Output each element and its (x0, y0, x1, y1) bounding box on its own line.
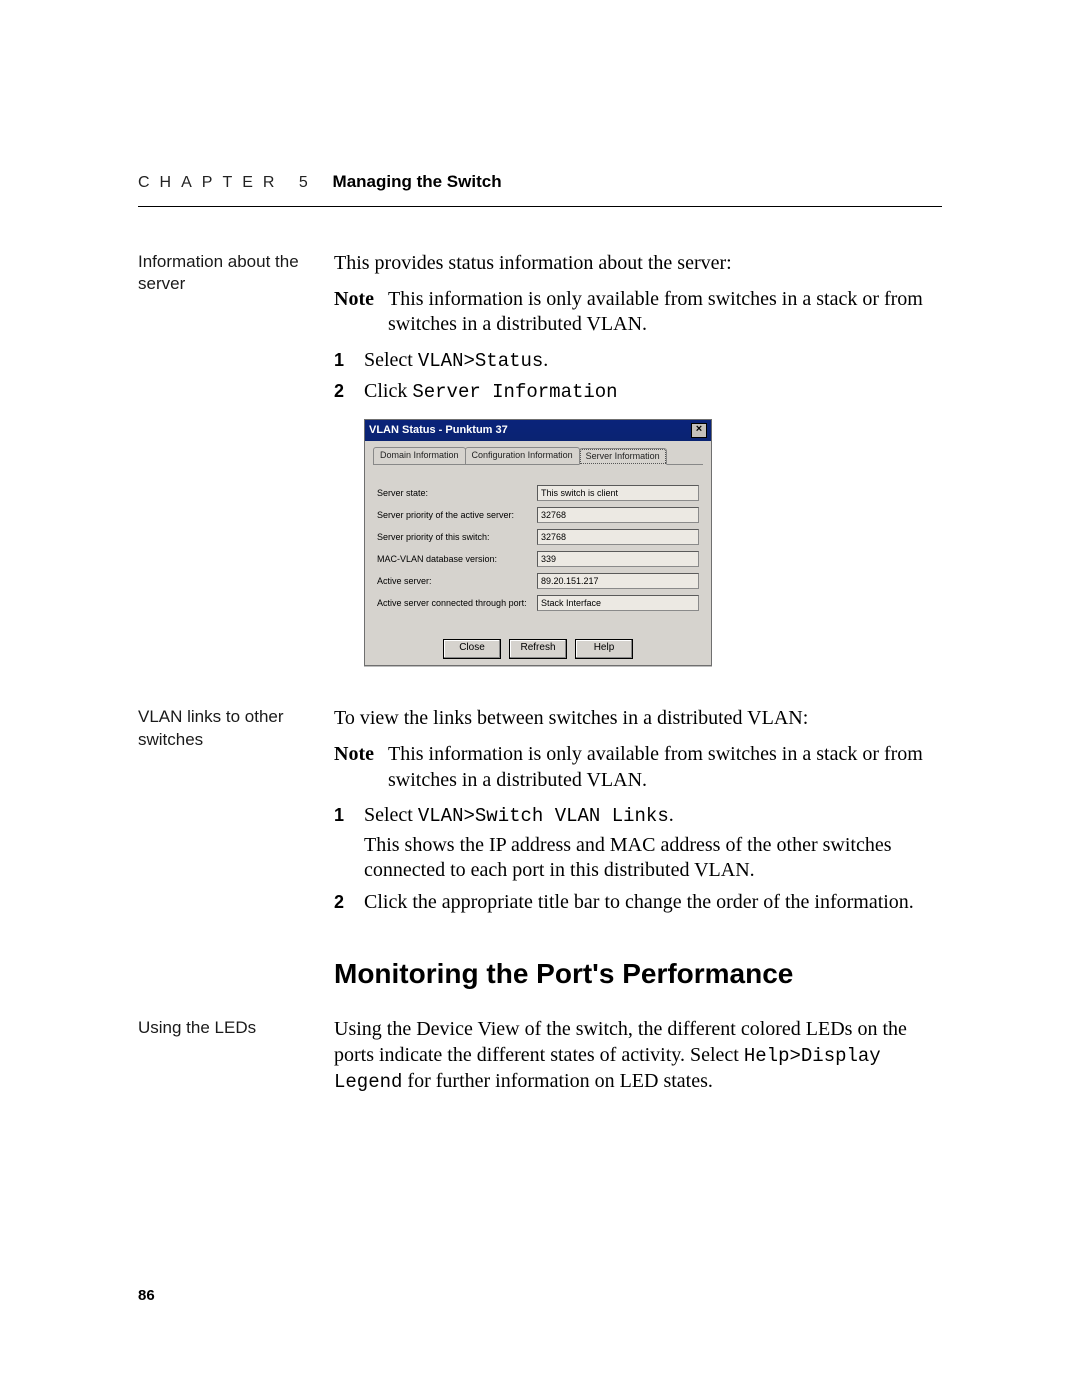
section-vlan-links: VLAN links to other switches To view the… (138, 706, 942, 1017)
step1-suffix: . (543, 349, 548, 371)
note-label-vlan: Note (334, 742, 374, 793)
vlan-step-2: Click the appropriate title bar to chang… (334, 890, 942, 916)
margin-note-server-info: Information about the server (138, 251, 334, 706)
margin-note-using-leds: Using the LEDs (138, 1017, 334, 1104)
body-using-leds: Using the Device View of the switch, the… (334, 1017, 942, 1104)
dialog-title: VLAN Status - Punktum 37 (369, 423, 508, 437)
step-1: Select VLAN>Status. (334, 348, 942, 374)
leds-text-part2: for further information on LED states. (402, 1070, 712, 1092)
note-text-vlan: This information is only available from … (388, 742, 942, 793)
vlan-step1-body2: This shows the IP address and MAC addres… (364, 833, 942, 884)
label-priority-active: Server priority of the active server: (377, 510, 537, 522)
vlan-step1-code: VLAN>Switch VLAN Links (418, 805, 669, 827)
body-server-info: This provides status information about t… (334, 251, 942, 706)
body-vlan-links: To view the links between switches in a … (334, 706, 942, 1017)
steps-vlan-links: Select VLAN>Switch VLAN Links. This show… (334, 803, 942, 915)
chapter-title: Managing the Switch (333, 172, 502, 191)
vlan-step1-suffix: . (669, 804, 674, 826)
dialog-buttons: Close Refresh Help (365, 633, 711, 661)
steps-server-info: Select VLAN>Status. Click Server Informa… (334, 348, 942, 405)
label-connected-port: Active server connected through port: (377, 598, 537, 610)
value-db-version: 339 (537, 551, 699, 567)
step-2: Click Server Information (334, 379, 942, 405)
field-db-version: MAC-VLAN database version: 339 (377, 551, 699, 567)
vlan-step2-text: Click the appropriate title bar to chang… (364, 890, 942, 916)
tab-configuration-information[interactable]: Configuration Information (465, 447, 580, 465)
tabs: Domain Information Configuration Informa… (373, 447, 703, 466)
value-active-server: 89.20.151.217 (537, 573, 699, 589)
note-row: Note This information is only available … (334, 287, 942, 338)
vlan-status-dialog: VLAN Status - Punktum 37 × Domain Inform… (364, 419, 712, 667)
tab-domain-information[interactable]: Domain Information (373, 447, 466, 465)
using-leds-text: Using the Device View of the switch, the… (334, 1017, 942, 1094)
field-active-server: Active server: 89.20.151.217 (377, 573, 699, 589)
note-row-vlan: Note This information is only available … (334, 742, 942, 793)
label-server-state: Server state: (377, 488, 537, 500)
field-connected-port: Active server connected through port: St… (377, 595, 699, 611)
step2-prefix: Click (364, 380, 412, 402)
label-active-server: Active server: (377, 576, 537, 588)
step1-prefix: Select (364, 349, 418, 371)
server-info-intro: This provides status information about t… (334, 251, 942, 277)
value-priority-active: 32768 (537, 507, 699, 523)
heading-monitoring-port-performance: Monitoring the Port's Performance (334, 956, 942, 992)
dialog-titlebar: VLAN Status - Punktum 37 × (365, 420, 711, 441)
help-button[interactable]: Help (575, 639, 633, 659)
close-button[interactable]: Close (443, 639, 501, 659)
value-priority-this: 32768 (537, 529, 699, 545)
running-header: CHAPTER 5 Managing the Switch (138, 172, 942, 207)
page-number: 86 (138, 1287, 155, 1304)
chapter-label: CHAPTER 5 (138, 174, 318, 191)
margin-note-vlan-links: VLAN links to other switches (138, 706, 334, 1017)
refresh-button[interactable]: Refresh (509, 639, 567, 659)
vlan-step1-prefix: Select (364, 804, 418, 826)
manual-page: CHAPTER 5 Managing the Switch Informatio… (0, 0, 1080, 1397)
dialog-body: Domain Information Configuration Informa… (365, 441, 711, 634)
label-db-version: MAC-VLAN database version: (377, 554, 537, 566)
vlan-links-intro: To view the links between switches in a … (334, 706, 942, 732)
vlan-step-1: Select VLAN>Switch VLAN Links. This show… (334, 803, 942, 884)
figure-vlan-status-dialog: VLAN Status - Punktum 37 × Domain Inform… (334, 419, 942, 667)
section-using-leds: Using the LEDs Using the Device View of … (138, 1017, 942, 1104)
note-text: This information is only available from … (388, 287, 942, 338)
step2-code: Server Information (412, 381, 617, 403)
step1-code: VLAN>Status (418, 350, 543, 372)
value-server-state: This switch is client (537, 485, 699, 501)
field-priority-active: Server priority of the active server: 32… (377, 507, 699, 523)
field-priority-this: Server priority of this switch: 32768 (377, 529, 699, 545)
value-connected-port: Stack Interface (537, 595, 699, 611)
tab-server-information[interactable]: Server Information (579, 448, 667, 466)
close-icon[interactable]: × (691, 423, 707, 438)
label-priority-this: Server priority of this switch: (377, 532, 537, 544)
note-label: Note (334, 287, 374, 338)
field-server-state: Server state: This switch is client (377, 485, 699, 501)
section-server-info: Information about the server This provid… (138, 251, 942, 706)
